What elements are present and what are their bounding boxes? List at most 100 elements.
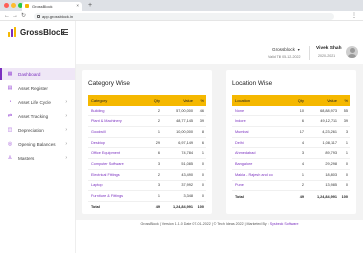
table-cell: 4 bbox=[301, 140, 304, 145]
table-row-link[interactable]: Makla - Rajesh and co bbox=[232, 173, 294, 177]
url-field[interactable]: app.grossblock.in bbox=[34, 12, 334, 20]
table-row-link[interactable]: Computer Software bbox=[88, 162, 150, 166]
chevron-right-icon: › bbox=[65, 155, 67, 161]
table-row-link[interactable]: Office Equipment bbox=[88, 151, 150, 155]
new-tab-icon[interactable]: + bbox=[88, 2, 92, 9]
table-cell: 1 bbox=[157, 194, 160, 199]
depreciation-icon: ◫ bbox=[7, 127, 13, 133]
table-row-link[interactable]: Building bbox=[88, 109, 150, 113]
table-row-link[interactable]: Ahmedabad bbox=[232, 151, 294, 155]
sidebar-item-label: Asset Tracking bbox=[18, 113, 49, 119]
table-cell: 37,992 bbox=[181, 183, 193, 188]
table-cell: 100 bbox=[341, 194, 348, 199]
table-cell: 2 bbox=[157, 172, 160, 177]
company-selector-label: Grossblock bbox=[272, 47, 295, 52]
category-table: Category Qty Value % Building 2 57,00,000 4… bbox=[88, 95, 206, 213]
table-row-link[interactable]: Pune bbox=[232, 183, 294, 187]
minimize-window-button[interactable] bbox=[11, 3, 16, 8]
forward-icon[interactable]: → bbox=[12, 12, 18, 20]
sidebar-item-dashboard[interactable]: ▦ Dashboard bbox=[0, 68, 75, 80]
footer-brand-link[interactable]: Sysbeck Software bbox=[270, 222, 299, 226]
table-cell: 29,298 bbox=[325, 161, 337, 166]
table-cell: 55 bbox=[343, 108, 348, 113]
table-cell: 10 bbox=[299, 108, 304, 113]
sidebar-item-opening-balances[interactable]: ◎ Opening Balances › bbox=[0, 138, 75, 150]
table-row-link[interactable]: Electrical Fittings bbox=[88, 173, 150, 177]
column-header: Category bbox=[91, 97, 108, 103]
favicon-icon bbox=[25, 4, 29, 8]
column-header: % bbox=[344, 97, 348, 103]
sidebar-item-asset-register[interactable]: ▤ Asset Register bbox=[0, 82, 75, 94]
table-row-link[interactable]: Desktop bbox=[88, 141, 150, 145]
table-cell: 0 bbox=[201, 161, 204, 166]
column-header: Value bbox=[183, 97, 193, 103]
back-icon[interactable]: ← bbox=[4, 12, 10, 20]
table-row-link[interactable]: Furniture & Fittings bbox=[88, 194, 150, 198]
table-cell: 46 bbox=[199, 108, 204, 113]
table-cell: Total bbox=[235, 194, 244, 199]
table-cell: 2 bbox=[157, 119, 160, 124]
location-wise-title: Location Wise bbox=[232, 80, 273, 87]
table-cell: 43,490 bbox=[181, 172, 193, 177]
sidebar-item-asset-tracking[interactable]: ⇄ Asset Tracking › bbox=[0, 110, 75, 122]
close-tab-icon[interactable]: × bbox=[76, 3, 79, 8]
table-row-link[interactable]: Laptop bbox=[88, 183, 150, 187]
table-row: Indore 6 49,12,711 39 bbox=[232, 116, 350, 128]
table-cell: 39 bbox=[343, 119, 348, 124]
table-row: Goodwill 1 10,00,000 8 bbox=[88, 127, 206, 138]
location-wise-card: Location Wise Location Qty Value % None 1… bbox=[226, 70, 356, 214]
browser-menu-icon[interactable]: ⋮ bbox=[351, 12, 357, 20]
table-cell: 48,77,145 bbox=[176, 119, 193, 124]
menu-toggle-icon[interactable] bbox=[62, 29, 68, 37]
table-row-link[interactable]: Goodwill bbox=[88, 130, 150, 134]
table-cell: 17 bbox=[299, 129, 304, 134]
table-row-link[interactable]: Plant & Machinery bbox=[88, 119, 150, 123]
validity-text: Valid Till 05-12-2022 bbox=[268, 55, 301, 59]
table-cell: 4,23,261 bbox=[322, 129, 337, 134]
table-row: Mumbai 17 4,23,261 3 bbox=[232, 127, 350, 138]
table-cell: 3 bbox=[157, 161, 160, 166]
table-cell: 1 bbox=[201, 151, 204, 156]
table-cell: 3 bbox=[345, 129, 348, 134]
table-cell: 49 bbox=[299, 194, 304, 199]
table-row: Bangalore 4 29,298 0 bbox=[232, 159, 350, 170]
lock-icon bbox=[37, 14, 40, 18]
company-selector[interactable]: Grossblock ▼ bbox=[272, 47, 300, 52]
sidebar-item-label: Masters bbox=[18, 155, 35, 161]
table-cell: 18,803 bbox=[325, 172, 337, 177]
table-row-link[interactable]: Delhi bbox=[232, 141, 294, 145]
table-cell: 49,12,711 bbox=[320, 119, 337, 124]
table-cell: 100 bbox=[197, 205, 204, 210]
table-cell: 51,085 bbox=[181, 161, 193, 166]
footer-text: GrossBlock | Version 1.1.0 Date 07-01-20… bbox=[140, 222, 269, 226]
table-cell: 6 bbox=[201, 140, 204, 145]
user-name[interactable]: Vivek Shah bbox=[316, 46, 342, 51]
table-cell: 10,00,000 bbox=[176, 129, 193, 134]
chevron-right-icon: › bbox=[65, 113, 67, 119]
close-window-button[interactable] bbox=[4, 3, 9, 8]
sidebar-item-depreciation[interactable]: ◫ Depreciation › bbox=[0, 124, 75, 136]
table-row: Delhi 4 1,08,117 1 bbox=[232, 138, 350, 149]
table-row-link[interactable]: Bangalore bbox=[232, 162, 294, 166]
table-cell: 13,985 bbox=[325, 183, 337, 188]
location-rows: None 10 68,88,973 55 Indore 6 49,12,711 39 Mumba… bbox=[232, 106, 350, 192]
table-row: Plant & Machinery 2 48,77,145 39 bbox=[88, 116, 206, 128]
table-row-link[interactable]: Indore bbox=[232, 119, 294, 123]
table-row: Makla - Rajesh and co 1 18,803 0 bbox=[232, 170, 350, 181]
table-header: Category Qty Value % bbox=[88, 95, 206, 106]
top-header: Grossblock ▼ Valid Till 05-12-2022 Vivek… bbox=[76, 40, 363, 64]
brand-logo[interactable]: GrossBlock bbox=[8, 27, 65, 37]
sidebar-item-asset-life-cycle[interactable]: ◔ Asset Life Cycle › bbox=[0, 96, 75, 108]
sidebar-item-masters[interactable]: ♙ Masters › bbox=[0, 152, 75, 164]
chevron-right-icon: › bbox=[65, 141, 67, 147]
table-row-link[interactable]: None bbox=[232, 109, 294, 113]
table-row-link[interactable]: Mumbai bbox=[232, 130, 294, 134]
reload-icon[interactable]: ↻ bbox=[21, 12, 26, 20]
sidebar-item-label: Asset Life Cycle bbox=[18, 99, 51, 105]
avatar[interactable] bbox=[346, 46, 358, 58]
table-cell: 74,784 bbox=[181, 151, 193, 156]
browser-tab[interactable]: GrossBlock × bbox=[22, 2, 82, 11]
table-cell: 1 bbox=[345, 151, 348, 156]
location-table: Location Qty Value % None 10 68,88,973 55 In… bbox=[232, 95, 350, 202]
table-cell: 1 bbox=[301, 172, 304, 177]
